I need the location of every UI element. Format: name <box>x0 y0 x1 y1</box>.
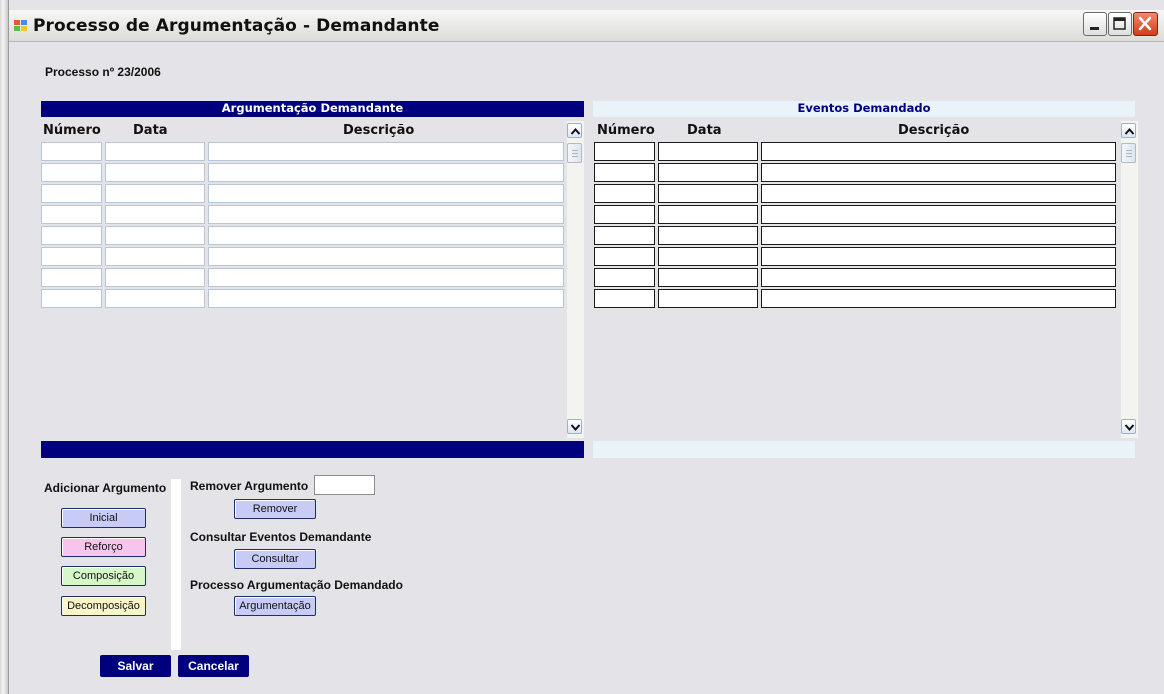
scroll-down-button[interactable] <box>567 419 582 434</box>
cell-numero[interactable] <box>41 247 102 266</box>
minimize-button[interactable] <box>1083 12 1107 36</box>
maximize-button[interactable] <box>1108 12 1132 36</box>
cell-numero[interactable] <box>41 142 102 161</box>
chevron-up-icon <box>1124 127 1135 135</box>
cell-numero[interactable] <box>41 184 102 203</box>
close-icon <box>1138 16 1152 31</box>
cell-numero[interactable] <box>41 268 102 287</box>
consultar-button[interactable]: Consultar <box>234 549 316 569</box>
cell-numero[interactable] <box>41 205 102 224</box>
cell-numero[interactable] <box>41 289 102 308</box>
cell-numero[interactable] <box>594 205 655 224</box>
cell-data[interactable] <box>658 226 758 245</box>
cell-data[interactable] <box>105 205 205 224</box>
cell-descricao[interactable] <box>208 142 564 161</box>
cell-numero[interactable] <box>594 226 655 245</box>
left-col-numero: Número <box>43 123 101 138</box>
cell-descricao[interactable] <box>761 163 1116 182</box>
save-button[interactable]: Salvar <box>100 655 171 677</box>
left-grid-footer-bar <box>41 441 584 458</box>
left-grid-title: Argumentação Demandante <box>41 101 584 117</box>
argumentacao-button[interactable]: Argumentação <box>234 596 316 616</box>
cell-descricao[interactable] <box>208 184 564 203</box>
remover-button[interactable]: Remover <box>234 499 316 519</box>
reforco-button[interactable]: Reforço <box>61 537 146 557</box>
composicao-button[interactable]: Composição <box>61 566 146 586</box>
cell-data[interactable] <box>105 289 205 308</box>
consult-events-label: Consultar Eventos Demandante <box>190 530 372 544</box>
cell-data[interactable] <box>658 247 758 266</box>
window-frame-left <box>0 0 9 694</box>
cell-descricao[interactable] <box>761 142 1116 161</box>
cell-descricao[interactable] <box>761 268 1116 287</box>
cell-data[interactable] <box>105 226 205 245</box>
right-col-data: Data <box>687 123 722 138</box>
app-icon <box>14 20 27 31</box>
right-grid-footer-bar <box>593 441 1135 458</box>
left-col-data: Data <box>133 123 168 138</box>
cell-descricao[interactable] <box>208 226 564 245</box>
cell-descricao[interactable] <box>761 184 1116 203</box>
cell-numero[interactable] <box>41 226 102 245</box>
cell-data[interactable] <box>658 289 758 308</box>
scroll-up-button[interactable] <box>567 123 582 138</box>
scroll-down-button[interactable] <box>1121 419 1136 434</box>
cell-numero[interactable] <box>594 247 655 266</box>
inicial-button[interactable]: Inicial <box>61 508 146 528</box>
title-bar[interactable]: Processo de Argumentação - Demandante <box>9 10 1164 42</box>
cell-descricao[interactable] <box>208 268 564 287</box>
cell-numero[interactable] <box>594 163 655 182</box>
right-col-numero: Número <box>597 123 655 138</box>
window-title: Processo de Argumentação - Demandante <box>33 16 440 36</box>
cell-data[interactable] <box>105 268 205 287</box>
cell-descricao[interactable] <box>208 205 564 224</box>
cell-data[interactable] <box>105 142 205 161</box>
close-button[interactable] <box>1133 12 1158 36</box>
cell-data[interactable] <box>105 163 205 182</box>
chevron-up-icon <box>570 127 581 135</box>
cell-descricao[interactable] <box>208 163 564 182</box>
cell-numero[interactable] <box>594 289 655 308</box>
scroll-up-button[interactable] <box>1121 123 1136 138</box>
add-argument-label: Adicionar Argumento <box>44 481 167 495</box>
cancel-button[interactable]: Cancelar <box>178 655 249 677</box>
cell-data[interactable] <box>658 184 758 203</box>
argumentation-process-label: Processo Argumentação Demandado <box>190 578 403 592</box>
left-col-descricao: Descrição <box>343 123 415 138</box>
cell-numero[interactable] <box>594 268 655 287</box>
maximize-icon <box>1113 17 1126 30</box>
remove-argument-label: Remover Argumento <box>190 479 309 493</box>
right-grid-scrollbar[interactable] <box>1121 121 1138 438</box>
cell-descricao[interactable] <box>208 289 564 308</box>
left-grid-scrollbar[interactable] <box>567 121 584 438</box>
right-col-descricao: Descrição <box>898 123 970 138</box>
remove-argument-input[interactable] <box>314 475 375 495</box>
cell-data[interactable] <box>105 247 205 266</box>
decomposicao-button[interactable]: Decomposição <box>61 596 146 616</box>
cell-numero[interactable] <box>594 184 655 203</box>
section-divider <box>171 479 181 650</box>
cell-data[interactable] <box>658 205 758 224</box>
cell-data[interactable] <box>105 184 205 203</box>
cell-data[interactable] <box>658 163 758 182</box>
cell-data[interactable] <box>658 268 758 287</box>
cell-data[interactable] <box>658 142 758 161</box>
scroll-thumb[interactable] <box>567 143 582 163</box>
cell-descricao[interactable] <box>761 205 1116 224</box>
cell-descricao[interactable] <box>761 247 1116 266</box>
process-number-label: Processo nº 23/2006 <box>45 65 161 79</box>
cell-numero[interactable] <box>594 142 655 161</box>
right-grid-title: Eventos Demandado <box>593 101 1135 117</box>
chevron-down-icon <box>570 424 581 432</box>
cell-descricao[interactable] <box>761 289 1116 308</box>
scroll-thumb[interactable] <box>1121 143 1136 163</box>
minimize-icon <box>1090 27 1099 30</box>
chevron-down-icon <box>1124 424 1135 432</box>
cell-descricao[interactable] <box>761 226 1116 245</box>
cell-descricao[interactable] <box>208 247 564 266</box>
cell-numero[interactable] <box>41 163 102 182</box>
